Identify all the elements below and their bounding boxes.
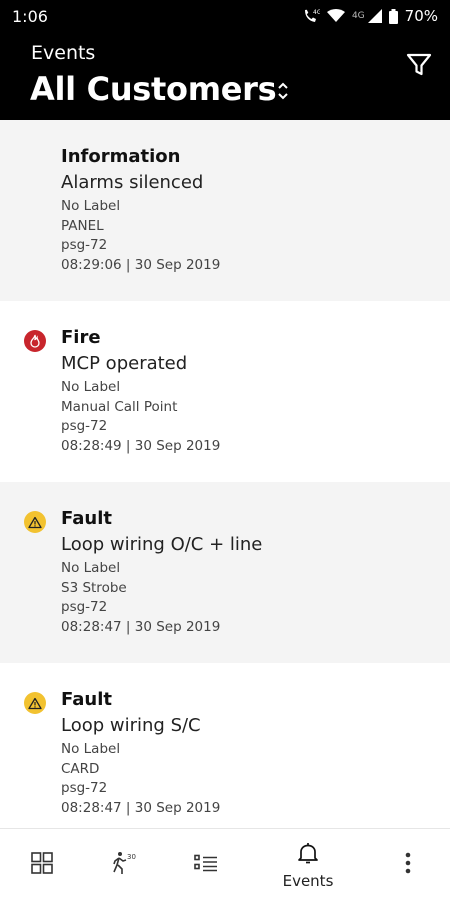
svg-text:4G: 4G (313, 9, 320, 16)
event-device: Manual Call Point (61, 398, 178, 415)
event-timestamp: 08:28:49 | 30 Sep 2019 (61, 437, 221, 454)
event-description: MCP operated (61, 353, 188, 374)
status-bar: 1:06 4G 4G 70% (0, 0, 450, 32)
event-description: Loop wiring O/C + line (61, 534, 263, 555)
event-description: Loop wiring S/C (61, 715, 201, 736)
event-meta: No Label Manual Call Point psg-72 08:28:… (61, 378, 450, 456)
walk-test-icon: 30 (110, 850, 138, 880)
filter-icon[interactable] (406, 52, 432, 82)
event-meta: No Label S3 Strobe psg-72 08:28:47 | 30 … (61, 559, 450, 637)
status-time: 1:06 (12, 6, 48, 26)
signal-icon (367, 9, 382, 23)
event-type: Fault (61, 508, 112, 529)
event-panel: psg-72 (61, 418, 108, 434)
event-timestamp: 08:28:47 | 30 Sep 2019 (61, 799, 221, 816)
battery-percent: 70% (404, 7, 438, 25)
more-vertical-icon (405, 851, 411, 879)
nav-more[interactable] (392, 829, 424, 900)
event-device: PANEL (61, 217, 104, 234)
bottom-nav: 30 Events (0, 828, 450, 900)
nav-events[interactable]: Events (272, 829, 344, 900)
event-item[interactable]: Fault Loop wiring S/C No Label CARD psg-… (0, 663, 450, 828)
event-item[interactable]: Fire MCP operated No Label Manual Call P… (0, 301, 450, 482)
event-type: Fault (61, 689, 112, 710)
event-device: CARD (61, 760, 100, 777)
event-panel: psg-72 (61, 780, 108, 796)
nav-events-label: Events (282, 871, 334, 890)
event-panel: psg-72 (61, 599, 108, 615)
event-meta: No Label PANEL psg-72 08:29:06 | 30 Sep … (61, 197, 450, 275)
bell-icon (296, 841, 320, 869)
grid-icon (30, 851, 54, 879)
event-item[interactable]: Information Alarms silenced No Label PAN… (0, 120, 450, 301)
event-panel: psg-72 (61, 237, 108, 253)
event-type: Information (61, 146, 181, 167)
event-label: No Label (61, 560, 121, 576)
nav-dashboard[interactable] (22, 829, 62, 900)
events-list[interactable]: Information Alarms silenced No Label PAN… (0, 120, 450, 828)
event-timestamp: 08:28:47 | 30 Sep 2019 (61, 618, 221, 635)
event-type: Fire (61, 327, 101, 348)
customer-selector[interactable]: All Customers (30, 70, 277, 108)
nav-list[interactable] (186, 829, 226, 900)
unfold-icon[interactable] (276, 80, 290, 106)
warning-icon (24, 511, 46, 533)
svg-text:30: 30 (127, 853, 136, 861)
event-description: Alarms silenced (61, 172, 204, 193)
event-timestamp: 08:29:06 | 30 Sep 2019 (61, 256, 221, 273)
network-type: 4G (351, 11, 365, 21)
event-label: No Label (61, 198, 121, 214)
battery-icon (388, 8, 398, 24)
fire-icon (24, 330, 46, 352)
list-icon (193, 853, 219, 877)
wifi-call-icon: 4G (302, 8, 320, 24)
event-label: No Label (61, 741, 121, 757)
nav-walk-test[interactable]: 30 (104, 829, 144, 900)
event-label: No Label (61, 379, 121, 395)
status-icons: 4G 4G 70% (302, 7, 438, 25)
event-meta: No Label CARD psg-72 08:28:47 | 30 Sep 2… (61, 740, 450, 818)
page-subtitle: Events (31, 42, 96, 64)
wifi-icon (326, 9, 345, 23)
event-device: S3 Strobe (61, 579, 127, 596)
event-item[interactable]: Fault Loop wiring O/C + line No Label S3… (0, 482, 450, 663)
app-bar: Events All Customers (0, 32, 450, 120)
warning-icon (24, 692, 46, 714)
